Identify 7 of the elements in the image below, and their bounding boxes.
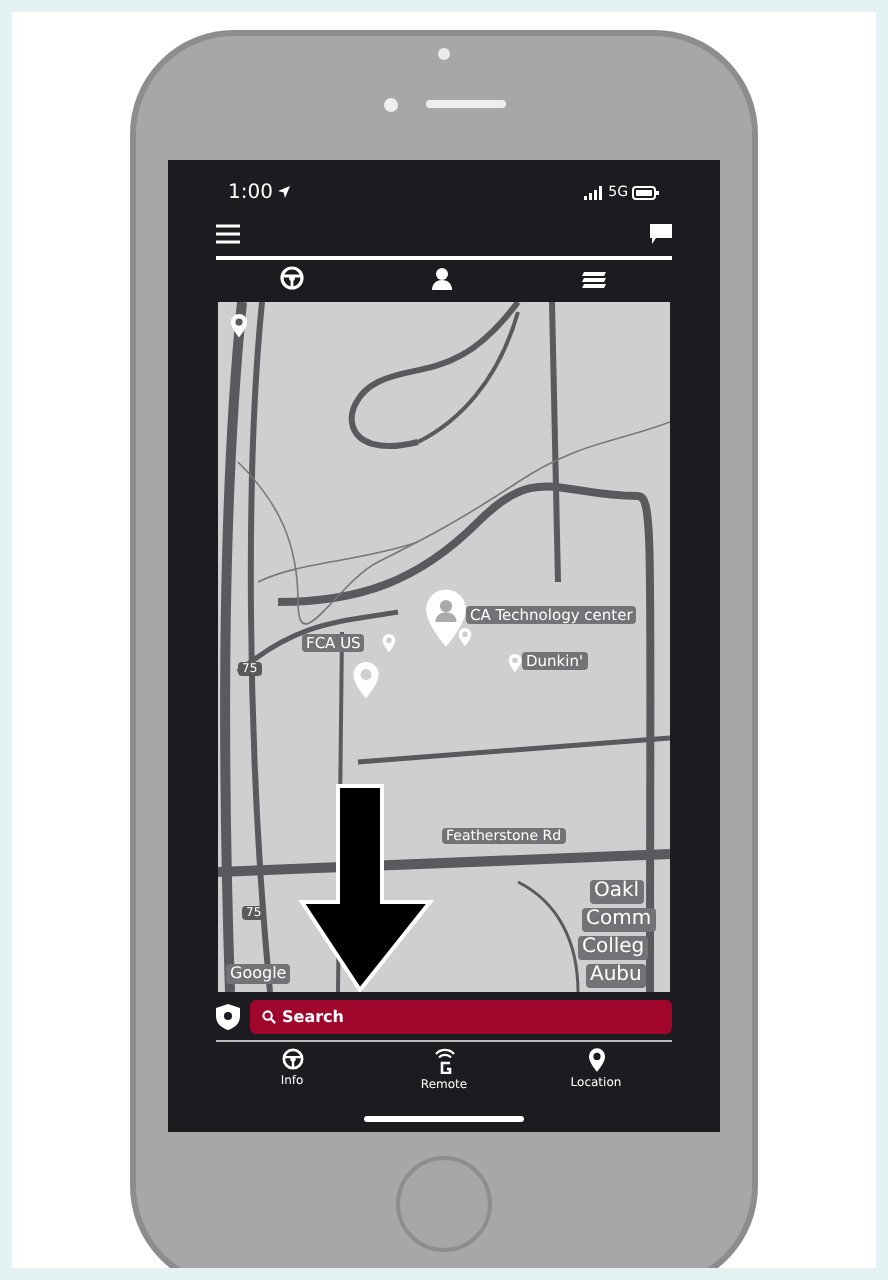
map-label: Google: [226, 964, 291, 984]
search-field[interactable]: Search: [250, 999, 672, 1033]
map-label: Comm: [582, 908, 656, 932]
status-time: 1:00: [228, 181, 273, 203]
map-label: Colleg: [578, 936, 649, 960]
map-label: Aubu: [586, 964, 646, 988]
map-label: Oakl: [590, 880, 644, 904]
